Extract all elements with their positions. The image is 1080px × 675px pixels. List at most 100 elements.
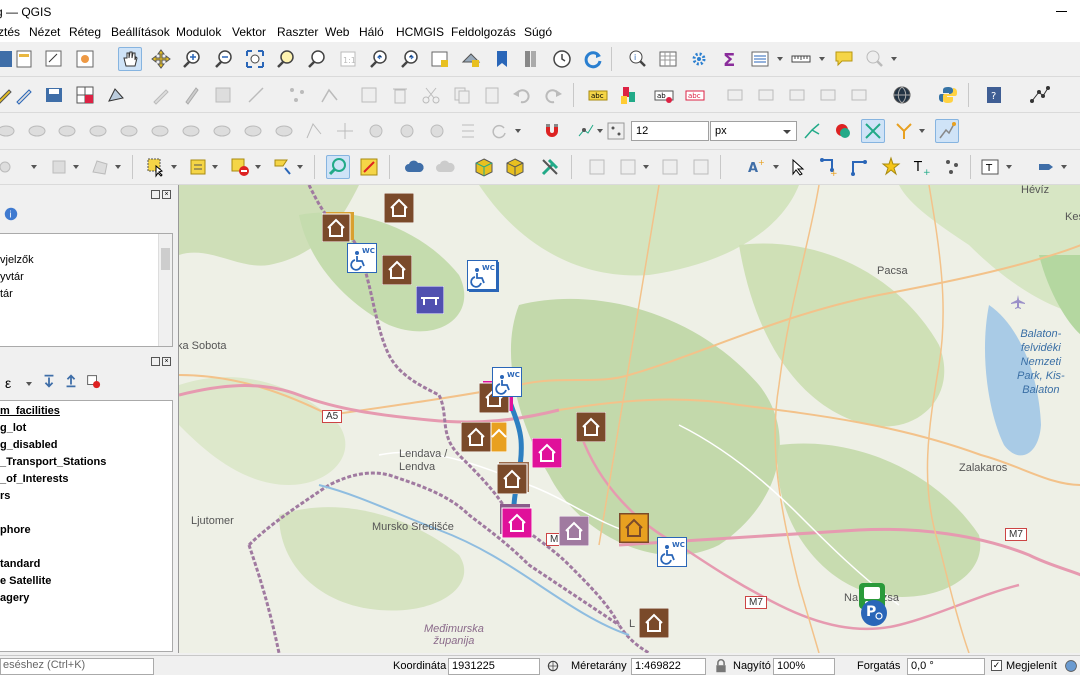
identify-icon[interactable]: i — [625, 47, 649, 71]
menu-vector[interactable]: Vektor — [232, 25, 266, 39]
coordinate-field[interactable]: 1931225 5906916 — [448, 658, 540, 675]
toggle-editing-icon[interactable] — [12, 83, 36, 107]
temporal-controller-icon[interactable] — [550, 47, 574, 71]
measure-icon[interactable] — [789, 47, 813, 71]
annotation-dropdown[interactable] — [642, 155, 650, 179]
menu-view[interactable]: Nézet — [29, 25, 60, 39]
node-add-icon[interactable]: + — [817, 155, 841, 179]
map-canvas[interactable]: ka Sobota Pacsa Lendava / Lendva Mursko … — [178, 185, 1080, 653]
topology-editing-icon[interactable] — [800, 119, 824, 143]
menu-processing[interactable]: Feldolgozás — [451, 25, 516, 39]
shape-tool-10-icon[interactable] — [272, 119, 296, 143]
menu-web[interactable]: Web — [325, 25, 349, 39]
show-bookmarks-icon[interactable] — [520, 47, 544, 71]
menu-help[interactable]: Súgó — [524, 25, 552, 39]
zoom-full-icon[interactable] — [243, 47, 267, 71]
remove-layer-icon[interactable] — [84, 372, 102, 390]
select-annotation-icon[interactable] — [786, 155, 810, 179]
hammer-tools-icon[interactable] — [538, 155, 562, 179]
reshape-icon[interactable] — [318, 83, 342, 107]
browser-item-home[interactable]: yvtár — [0, 271, 24, 283]
new-3d-view-icon[interactable] — [459, 47, 483, 71]
wc-disabled-marker[interactable]: WC — [346, 242, 378, 276]
snap-tolerance-spinbox[interactable]: 12 — [631, 121, 709, 141]
rotate-dropdown[interactable] — [514, 119, 522, 143]
annotation-4-icon[interactable] — [689, 155, 713, 179]
select-location-dropdown[interactable] — [296, 155, 304, 179]
zoom-next-icon[interactable] — [398, 47, 422, 71]
menu-mesh[interactable]: Háló — [359, 25, 384, 39]
cloud-upload-icon[interactable] — [433, 155, 457, 179]
browser-item-root[interactable]: tár — [0, 288, 13, 300]
snap-mode-dropdown[interactable] — [596, 119, 604, 143]
save-edits-icon[interactable] — [42, 83, 66, 107]
zoom-to-layer-icon[interactable] — [305, 47, 329, 71]
save-disabled-icon[interactable] — [211, 83, 235, 107]
settings-gear-icon[interactable] — [687, 47, 711, 71]
new-bookmark-icon[interactable] — [490, 47, 514, 71]
close-panel-button[interactable]: × — [162, 190, 171, 199]
menu-raster[interactable]: Raszter — [277, 25, 318, 39]
shape-tool-1-icon[interactable] — [0, 119, 18, 143]
text-box-dropdown[interactable] — [1005, 155, 1013, 179]
move-label-icon[interactable] — [754, 83, 778, 107]
redo-icon[interactable] — [541, 83, 565, 107]
label-settings-icon[interactable] — [847, 83, 871, 107]
select-by-value-dropdown[interactable] — [211, 155, 219, 179]
deselect-icon[interactable] — [228, 155, 252, 179]
pan-to-selection-icon[interactable] — [149, 47, 173, 71]
tourism-facility-marker[interactable] — [558, 515, 590, 549]
undo-icon[interactable] — [510, 83, 534, 107]
tourism-facility-marker[interactable] — [381, 254, 413, 288]
layer-item[interactable]: rs — [0, 490, 10, 502]
field-calculator-icon[interactable] — [357, 155, 381, 179]
menu-layer[interactable]: Réteg — [69, 25, 101, 39]
locate-icon[interactable] — [862, 47, 886, 71]
layer-item[interactable]: phore — [0, 524, 31, 536]
minimize-button[interactable] — [1051, 3, 1073, 19]
layer-item[interactable]: m_facilities — [0, 405, 60, 417]
filter-dropdown[interactable] — [25, 372, 33, 392]
collapse-all-icon[interactable] — [62, 372, 80, 390]
measure-dropdown[interactable] — [818, 47, 826, 71]
layer-item[interactable]: _Transport_Stations — [0, 456, 106, 468]
style-manager-icon[interactable] — [73, 47, 97, 71]
crs-globe-icon[interactable] — [1062, 656, 1080, 675]
parking-disabled-marker[interactable]: P — [860, 599, 888, 630]
edit-attributes-icon[interactable] — [357, 83, 381, 107]
shape-tool-12-icon[interactable] — [333, 119, 357, 143]
globe-icon[interactable] — [890, 83, 914, 107]
close-layers-button[interactable]: × — [162, 357, 171, 366]
add-vector-point-icon[interactable] — [0, 155, 18, 179]
menu-edit[interactable]: ztés — [0, 25, 20, 39]
locator-search-input[interactable]: eséshez (Ctrl+K) — [0, 658, 154, 675]
layout-manager-icon[interactable] — [42, 47, 66, 71]
add-line-icon[interactable] — [244, 83, 268, 107]
wc-disabled-marker[interactable]: WC — [491, 366, 523, 400]
label-abc-icon[interactable]: abc — [586, 83, 610, 107]
self-snapping-icon[interactable] — [892, 119, 916, 143]
select-dropdown[interactable] — [170, 155, 178, 179]
tourism-facility-marker[interactable] — [531, 437, 563, 471]
layer-item[interactable]: e Satellite — [0, 575, 51, 587]
attribute-table-icon[interactable] — [656, 47, 680, 71]
menu-hcmgis[interactable]: HCMGIS — [396, 25, 444, 39]
annotation-2-icon[interactable] — [616, 155, 640, 179]
browser-scrollbar[interactable] — [158, 234, 172, 346]
snap-unit-combo[interactable]: px — [710, 121, 797, 141]
shape-tool-16-icon[interactable] — [456, 119, 480, 143]
points-add-icon[interactable] — [941, 155, 965, 179]
add-vector-line-icon[interactable] — [48, 155, 72, 179]
rotate-label-icon[interactable] — [785, 83, 809, 107]
select-location-icon[interactable] — [270, 155, 294, 179]
annotation-3-icon[interactable] — [658, 155, 682, 179]
shape-tool-13-icon[interactable] — [364, 119, 388, 143]
cube-icon[interactable] — [472, 155, 496, 179]
shape-tool-7-icon[interactable] — [179, 119, 203, 143]
snapping-magnet-icon[interactable] — [540, 119, 564, 143]
show-hide-labels-icon[interactable] — [723, 83, 747, 107]
new-print-layout-icon[interactable] — [12, 47, 36, 71]
toggle-extents-icon[interactable] — [544, 656, 562, 675]
statistics-sigma-icon[interactable]: Σ — [718, 47, 742, 71]
map-pin-dropdown[interactable] — [1060, 155, 1068, 179]
